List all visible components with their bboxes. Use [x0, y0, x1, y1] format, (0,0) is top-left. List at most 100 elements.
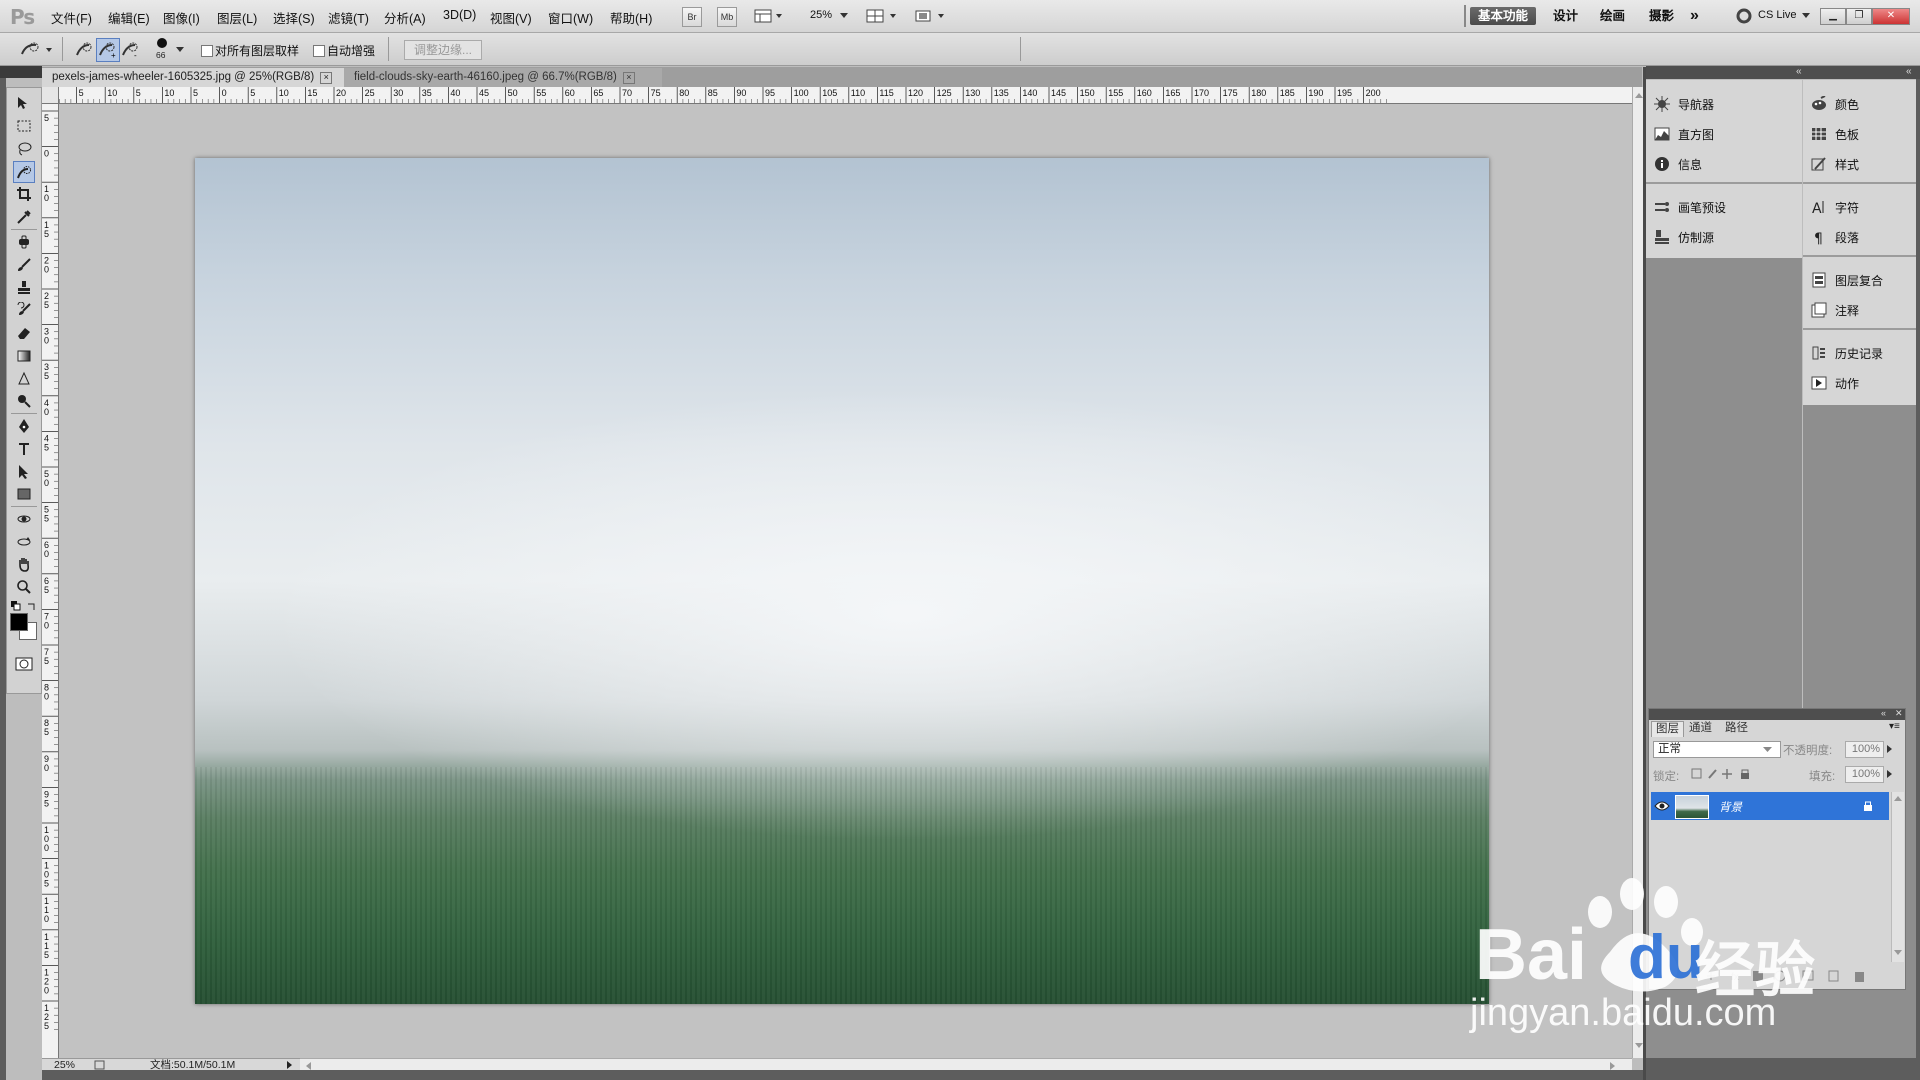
- document-image[interactable]: [195, 158, 1489, 1004]
- type-tool[interactable]: [14, 439, 34, 459]
- document-tab-active[interactable]: pexels-james-wheeler-1605325.jpg @ 25%(R…: [42, 68, 352, 87]
- panel-brush-presets[interactable]: 画笔预设: [1654, 195, 1726, 219]
- default-colors-button[interactable]: [11, 600, 21, 611]
- cs-live-label[interactable]: CS Live: [1758, 9, 1797, 21]
- mini-bridge-button[interactable]: Mb: [717, 7, 737, 27]
- menu-3d[interactable]: 3D(D): [443, 8, 476, 22]
- panel-notes[interactable]: 注释: [1811, 298, 1859, 322]
- gradient-tool[interactable]: [14, 346, 34, 366]
- restore-button[interactable]: ❐: [1846, 8, 1872, 25]
- layers-panel-header[interactable]: « ✕: [1649, 708, 1905, 720]
- 3d-rotate-tool[interactable]: [14, 509, 34, 529]
- menu-window[interactable]: 窗口(W): [548, 8, 593, 27]
- tool-preset-picker[interactable]: [18, 40, 56, 58]
- tab-channels[interactable]: 通道: [1685, 721, 1716, 736]
- blend-mode-select[interactable]: 正常: [1653, 741, 1781, 758]
- close-tab-icon[interactable]: ×: [622, 72, 635, 84]
- status-info-icon[interactable]: [94, 1060, 106, 1070]
- move-tool[interactable]: [14, 93, 34, 113]
- fill-slider-icon[interactable]: [1887, 770, 1893, 778]
- dock-header[interactable]: « «: [1646, 66, 1920, 79]
- arrange-documents-button[interactable]: [866, 9, 900, 23]
- dodge-tool[interactable]: [14, 391, 34, 411]
- fill-field[interactable]: 100%: [1845, 766, 1884, 783]
- panel-swatches[interactable]: 色板: [1811, 122, 1859, 146]
- tab-paths[interactable]: 路径: [1721, 721, 1752, 736]
- workspace-photography[interactable]: 摄影: [1649, 7, 1674, 25]
- eraser-tool[interactable]: [14, 323, 34, 343]
- panel-history[interactable]: 历史记录: [1811, 341, 1883, 365]
- minimize-button[interactable]: ▁: [1820, 8, 1846, 25]
- opacity-field[interactable]: 100%: [1845, 741, 1884, 758]
- scroll-up-icon[interactable]: [1635, 93, 1643, 99]
- lasso-tool[interactable]: [14, 139, 34, 159]
- screen-mode-button[interactable]: [914, 9, 948, 23]
- history-brush-tool[interactable]: [14, 300, 34, 320]
- collapse-dock-icon[interactable]: «: [1906, 66, 1912, 77]
- workspace-painting[interactable]: 绘画: [1600, 7, 1625, 25]
- marquee-tool[interactable]: [14, 116, 34, 136]
- status-menu-icon[interactable]: [287, 1061, 293, 1069]
- scroll-down-icon[interactable]: [1635, 1043, 1643, 1049]
- opacity-slider-icon[interactable]: [1887, 745, 1893, 753]
- ruler-origin[interactable]: [42, 87, 59, 104]
- new-selection-button[interactable]: [74, 39, 94, 59]
- zoom-tool[interactable]: [14, 577, 34, 597]
- collapse-panel-icon[interactable]: «: [1881, 708, 1886, 718]
- swap-colors-button[interactable]: [27, 600, 37, 610]
- layer-name[interactable]: 背景: [1719, 799, 1742, 815]
- tab-layers[interactable]: 图层: [1651, 721, 1684, 737]
- path-selection-tool[interactable]: [14, 462, 34, 482]
- zoom-level-display[interactable]: 25%: [810, 9, 832, 21]
- 3d-orbit-tool[interactable]: [14, 531, 34, 551]
- foreground-color-swatch[interactable]: [10, 613, 28, 631]
- panel-color[interactable]: 颜色: [1811, 92, 1859, 116]
- panel-navigator[interactable]: 导航器: [1654, 92, 1714, 116]
- panel-character[interactable]: A 字符: [1811, 195, 1859, 219]
- zoom-dropdown-icon[interactable]: [840, 13, 848, 19]
- panel-info[interactable]: 信息: [1654, 152, 1702, 176]
- healing-brush-tool[interactable]: [14, 232, 34, 252]
- quick-selection-tool[interactable]: [13, 161, 35, 183]
- blur-tool[interactable]: [14, 369, 34, 389]
- brush-picker[interactable]: 66: [150, 37, 186, 63]
- close-tab-icon[interactable]: ×: [320, 72, 333, 84]
- panel-styles[interactable]: 样式: [1811, 152, 1859, 176]
- bridge-button[interactable]: Br: [682, 7, 702, 27]
- crop-tool[interactable]: [14, 184, 34, 204]
- menu-image[interactable]: 图像(I): [163, 8, 200, 27]
- tools-panel-header[interactable]: [0, 66, 42, 78]
- scroll-right-icon[interactable]: [1610, 1062, 1616, 1070]
- clone-stamp-tool[interactable]: [14, 278, 34, 298]
- brush-tool[interactable]: [14, 255, 34, 275]
- rectangle-tool[interactable]: [14, 484, 34, 504]
- add-to-selection-button[interactable]: +: [96, 38, 120, 62]
- panel-histogram[interactable]: 直方图: [1654, 122, 1714, 146]
- panel-layer-comps[interactable]: 图层复合: [1811, 268, 1883, 292]
- menu-analysis[interactable]: 分析(A): [384, 8, 426, 27]
- more-workspaces-button[interactable]: »: [1690, 7, 1699, 25]
- lock-options-icons[interactable]: [1691, 768, 1751, 780]
- quick-mask-button[interactable]: [14, 656, 34, 672]
- view-extras-button[interactable]: [754, 9, 784, 23]
- menu-help[interactable]: 帮助(H): [610, 8, 652, 27]
- document-tab-inactive[interactable]: field-clouds-sky-earth-46160.jpeg @ 66.7…: [344, 68, 662, 87]
- workspace-design[interactable]: 设计: [1553, 7, 1578, 25]
- menu-layer[interactable]: 图层(L): [217, 8, 257, 27]
- scroll-left-icon[interactable]: [306, 1062, 312, 1070]
- hand-tool[interactable]: [14, 554, 34, 574]
- panel-clone-source[interactable]: 仿制源: [1654, 225, 1714, 249]
- panel-actions[interactable]: 动作: [1811, 371, 1859, 395]
- scroll-up-icon[interactable]: [1894, 796, 1902, 802]
- checkbox-box[interactable]: [201, 44, 213, 57]
- workspace-essentials[interactable]: 基本功能: [1470, 7, 1537, 25]
- menu-view[interactable]: 视图(V): [490, 8, 532, 27]
- close-window-button[interactable]: ✕: [1872, 8, 1910, 25]
- cs-live-icon[interactable]: [1736, 8, 1752, 24]
- pen-tool[interactable]: [14, 416, 34, 436]
- menu-edit[interactable]: 编辑(E): [108, 8, 150, 27]
- collapse-dock-icon[interactable]: «: [1796, 66, 1802, 77]
- blend-dropdown-icon[interactable]: [1763, 747, 1772, 753]
- panel-paragraph[interactable]: ¶ 段落: [1811, 225, 1859, 249]
- close-panel-icon[interactable]: ✕: [1895, 708, 1903, 719]
